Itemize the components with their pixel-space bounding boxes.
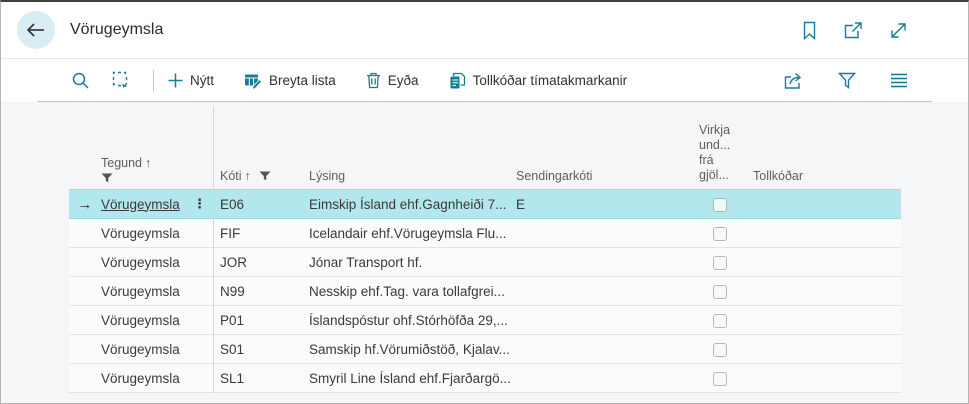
cell-koti[interactable]: S01 — [213, 342, 309, 357]
toolbar-separator — [153, 70, 154, 92]
share-icon — [783, 72, 804, 90]
edit-list-button-label: Breyta lista — [269, 73, 336, 88]
cell-tegund[interactable]: Vörugeymsla — [101, 313, 186, 328]
tollkodar-timatakmarkanir-button[interactable]: Tollkóðar tímatakmarkanir — [449, 72, 628, 90]
filter-button[interactable] — [834, 68, 860, 93]
titlebar: Vörugeymsla — [1, 2, 968, 59]
search-button[interactable] — [67, 67, 94, 94]
row-context-menu[interactable]: ⋮ — [186, 196, 213, 212]
lysing-header-label: Lýsing — [309, 169, 345, 183]
bookmark-button[interactable] — [800, 19, 819, 42]
app-window: Vörugeymsla — [0, 0, 969, 404]
virkja-checkbox[interactable] — [713, 198, 727, 212]
open-in-new-window-icon — [843, 21, 863, 40]
back-arrow-icon — [26, 22, 46, 38]
tegund-filter-icon — [101, 173, 186, 183]
cell-virkja[interactable] — [691, 225, 753, 240]
view-options-button[interactable] — [886, 69, 912, 92]
related-pages-icon — [449, 72, 466, 90]
tegund-header-label: Tegund — [101, 156, 142, 170]
cell-koti[interactable]: N99 — [213, 284, 309, 299]
table-row[interactable]: Vörugeymsla N99Nesskip ehf.Tag. vara toll… — [69, 277, 901, 306]
virkja-checkbox[interactable] — [713, 285, 727, 299]
edit-list-icon — [244, 73, 262, 89]
column-header-koti[interactable]: Kóti↑ — [213, 169, 309, 183]
expand-button[interactable] — [887, 19, 910, 42]
koti-sort-arrow: ↑ — [245, 169, 251, 183]
table-row[interactable]: Vörugeymsla S01Samskip hf.Vörumiðstöð, Kj… — [69, 335, 901, 364]
trash-icon — [366, 72, 381, 89]
search-icon — [71, 71, 90, 90]
new-button[interactable]: Nýtt — [168, 73, 214, 88]
koti-header-label: Kóti — [220, 169, 242, 183]
back-button[interactable] — [17, 11, 55, 49]
sendingarkoti-header-label: Sendingarkóti — [516, 169, 592, 183]
tollkodar-header-label: Tollkóðar — [753, 169, 803, 183]
cell-virkja[interactable] — [691, 254, 753, 269]
expand-icon — [889, 21, 908, 40]
cell-lysing[interactable]: Eimskip Ísland ehf.Gagnheiði 7... — [309, 197, 516, 212]
grid-header: Tegund↑ Kóti↑ Lýsing — [69, 102, 901, 190]
table-row[interactable]: Vörugeymsla SL1Smyril Line Ísland ehf.Fja… — [69, 364, 901, 393]
cell-lysing[interactable]: Jónar Transport hf. — [309, 255, 516, 270]
tollkodar-button-label: Tollkóðar tímatakmarkanir — [473, 73, 628, 88]
filter-icon — [838, 72, 856, 89]
new-button-label: Nýtt — [190, 73, 214, 88]
analyze-button[interactable] — [108, 67, 135, 94]
cell-koti[interactable]: P01 — [213, 313, 309, 328]
cell-virkja[interactable] — [691, 196, 753, 211]
action-toolbar: Nýtt Breyta lista — [1, 59, 968, 102]
page-body: Tegund↑ Kóti↑ Lýsing — [1, 102, 968, 404]
data-grid: Tegund↑ Kóti↑ Lýsing — [69, 102, 901, 393]
table-body: →Vörugeymsla⋮E06Eimskip Ísland ehf.Gagnh… — [69, 190, 901, 393]
page-title: Vörugeymsla — [70, 21, 163, 39]
delete-button-label: Eyða — [388, 73, 419, 88]
column-header-tegund[interactable]: Tegund↑ — [101, 156, 186, 183]
virkja-checkbox[interactable] — [713, 227, 727, 241]
bookmark-icon — [802, 21, 817, 40]
cell-tegund[interactable]: Vörugeymsla — [101, 197, 186, 212]
analyze-icon — [112, 71, 131, 90]
view-options-icon — [890, 73, 908, 88]
share-button[interactable] — [779, 68, 808, 94]
cell-tegund[interactable]: Vörugeymsla — [101, 284, 186, 299]
table-row[interactable]: Vörugeymsla JORJónar Transport hf. — [69, 248, 901, 277]
cell-koti[interactable]: JOR — [213, 255, 309, 270]
open-in-new-window-button[interactable] — [841, 19, 865, 42]
koti-filter-icon — [259, 171, 271, 181]
virkja-checkbox[interactable] — [713, 314, 727, 328]
column-header-lysing[interactable]: Lýsing — [309, 169, 516, 183]
cell-sendingarkoti[interactable]: E — [516, 197, 691, 212]
cell-lysing[interactable]: Smyril Line Ísland ehf.Fjarðargö... — [309, 371, 516, 386]
cell-virkja[interactable] — [691, 370, 753, 385]
virkja-checkbox[interactable] — [713, 256, 727, 270]
cell-tegund[interactable]: Vörugeymsla — [101, 342, 186, 357]
table-row[interactable]: Vörugeymsla FIFIcelandair ehf.Vörugeymsla… — [69, 219, 901, 248]
cell-virkja[interactable] — [691, 283, 753, 298]
cell-lysing[interactable]: Samskip hf.Vörumiðstöð, Kjalav... — [309, 342, 516, 357]
row-selector[interactable]: → — [69, 197, 101, 212]
table-row[interactable]: Vörugeymsla P01Íslandspóstur ohf.Stórhöfð… — [69, 306, 901, 335]
cell-virkja[interactable] — [691, 312, 753, 327]
column-header-virkja[interactable]: Virkja und... frá gjöl... — [691, 123, 753, 183]
cell-koti[interactable]: SL1 — [213, 371, 309, 386]
virkja-checkbox[interactable] — [713, 343, 727, 357]
cell-virkja[interactable] — [691, 341, 753, 356]
plus-icon — [168, 73, 183, 88]
column-header-sendingarkoti[interactable]: Sendingarkóti — [516, 169, 691, 183]
tegund-sort-arrow: ↑ — [145, 156, 151, 170]
cell-koti[interactable]: FIF — [213, 226, 309, 241]
cell-lysing[interactable]: Nesskip ehf.Tag. vara tollafgrei... — [309, 284, 516, 299]
delete-button[interactable]: Eyða — [366, 72, 419, 89]
cell-lysing[interactable]: Íslandspóstur ohf.Stórhöfða 29,... — [309, 313, 516, 328]
table-row[interactable]: →Vörugeymsla⋮E06Eimskip Ísland ehf.Gagnh… — [69, 190, 901, 219]
cell-koti[interactable]: E06 — [213, 197, 309, 212]
cell-tegund[interactable]: Vörugeymsla — [101, 371, 186, 386]
column-header-tollkodar[interactable]: Tollkóðar — [753, 169, 901, 183]
cell-tegund[interactable]: Vörugeymsla — [101, 255, 186, 270]
edit-list-button[interactable]: Breyta lista — [244, 73, 336, 89]
cell-tegund[interactable]: Vörugeymsla — [101, 226, 186, 241]
cell-lysing[interactable]: Icelandair ehf.Vörugeymsla Flu... — [309, 226, 516, 241]
virkja-checkbox[interactable] — [713, 372, 727, 386]
